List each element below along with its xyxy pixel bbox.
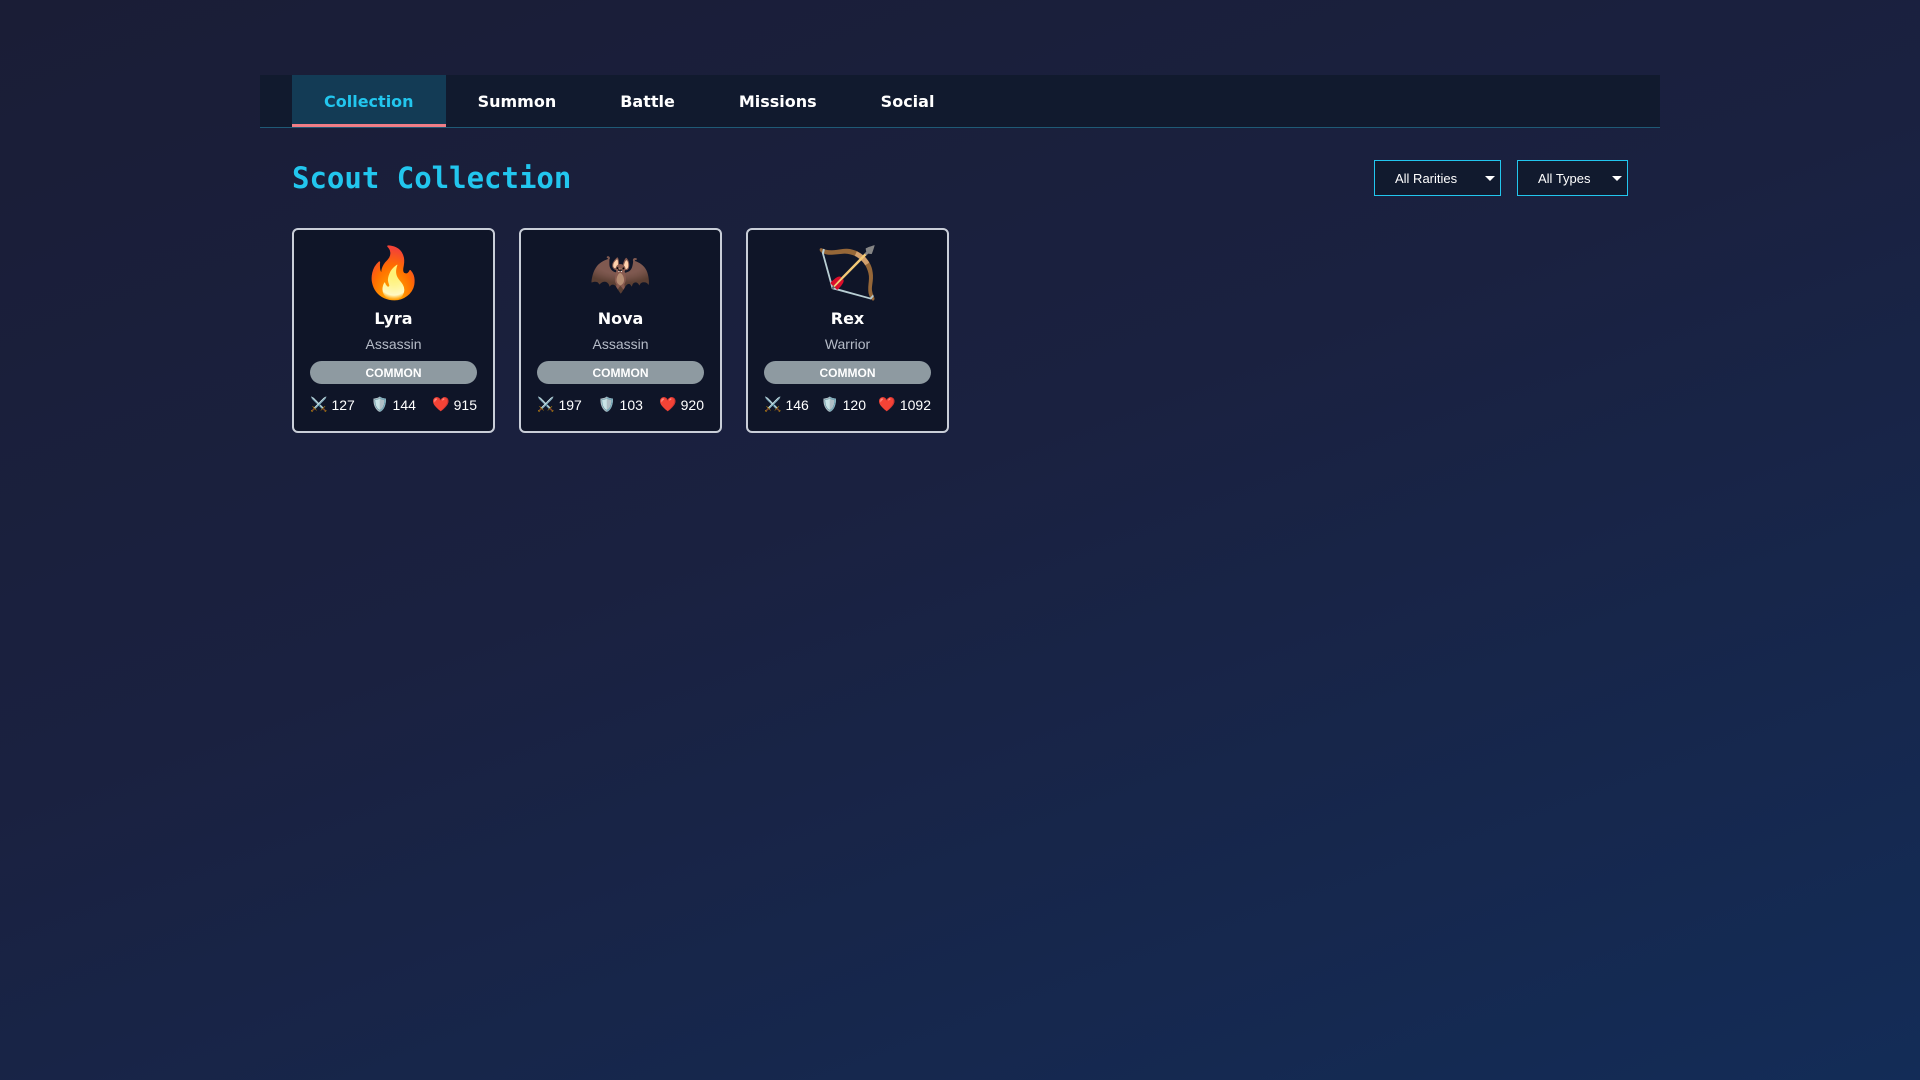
health-stat: ❤️ 915	[432, 396, 477, 413]
type-filter-select[interactable]: All Types	[1517, 160, 1628, 196]
health-value: 915	[453, 396, 477, 413]
rarity-badge: COMMON	[537, 361, 704, 384]
fire-icon: 🔥	[362, 245, 425, 301]
tab-bar: Collection Summon Battle Missions Social	[260, 75, 1660, 128]
heart-icon: ❤️	[659, 396, 677, 412]
tab-missions[interactable]: Missions	[707, 75, 849, 127]
scout-class: Assassin	[365, 336, 422, 352]
rarity-badge: COMMON	[764, 361, 931, 384]
scout-class: Assassin	[592, 336, 649, 352]
page-title: Scout Collection	[292, 161, 572, 195]
scout-stats: ⚔️ 146 🛡️ 120 ❤️ 1092	[764, 396, 931, 413]
app-container: Collection Summon Battle Missions Social…	[260, 75, 1660, 433]
shield-icon: 🛡️	[821, 396, 839, 412]
attack-value: 146	[785, 396, 809, 413]
bow-and-arrow-icon: 🏹	[816, 245, 879, 301]
scout-name: Rex	[830, 309, 865, 328]
attack-value: 197	[558, 396, 582, 413]
shield-icon: 🛡️	[371, 396, 389, 412]
scout-name: Lyra	[374, 309, 413, 328]
health-stat: ❤️ 1092	[878, 396, 931, 413]
crossed-swords-icon: ⚔️	[764, 396, 782, 412]
rarity-badge: COMMON	[310, 361, 477, 384]
rarity-filter-select[interactable]: All Rarities	[1374, 160, 1501, 196]
health-value: 1092	[899, 396, 931, 413]
scout-name: Nova	[597, 309, 644, 328]
scout-card[interactable]: 🔥 Lyra Assassin COMMON ⚔️ 127 🛡️ 144 ❤️ …	[292, 228, 495, 433]
attack-stat: ⚔️ 197	[537, 396, 582, 413]
crossed-swords-icon: ⚔️	[310, 396, 328, 412]
tab-summon[interactable]: Summon	[446, 75, 589, 127]
defense-value: 144	[392, 396, 416, 413]
heart-icon: ❤️	[878, 396, 896, 412]
health-stat: ❤️ 920	[659, 396, 704, 413]
rarity-filter-value: All Rarities	[1395, 170, 1458, 186]
scout-card[interactable]: 🏹 Rex Warrior COMMON ⚔️ 146 🛡️ 120 ❤️ 10…	[746, 228, 949, 433]
tab-battle[interactable]: Battle	[588, 75, 707, 127]
defense-value: 120	[842, 396, 866, 413]
heart-icon: ❤️	[432, 396, 450, 412]
health-value: 920	[680, 396, 704, 413]
tab-social[interactable]: Social	[849, 75, 967, 127]
attack-value: 127	[331, 396, 355, 413]
attack-stat: ⚔️ 127	[310, 396, 355, 413]
scout-stats: ⚔️ 127 🛡️ 144 ❤️ 915	[310, 396, 477, 413]
defense-stat: 🛡️ 103	[598, 396, 643, 413]
scout-card-grid: 🔥 Lyra Assassin COMMON ⚔️ 127 🛡️ 144 ❤️ …	[292, 228, 949, 433]
scout-class: Warrior	[824, 336, 871, 352]
shield-icon: 🛡️	[598, 396, 616, 412]
defense-value: 103	[619, 396, 643, 413]
chevron-down-icon	[1485, 176, 1495, 181]
defense-stat: 🛡️ 120	[821, 396, 866, 413]
attack-stat: ⚔️ 146	[764, 396, 809, 413]
chevron-down-icon	[1612, 176, 1622, 181]
crossed-swords-icon: ⚔️	[537, 396, 555, 412]
scout-stats: ⚔️ 197 🛡️ 103 ❤️ 920	[537, 396, 704, 413]
tab-collection[interactable]: Collection	[292, 75, 446, 127]
defense-stat: 🛡️ 144	[371, 396, 416, 413]
bat-icon: 🦇	[589, 245, 652, 301]
type-filter-value: All Types	[1538, 170, 1591, 186]
scout-card[interactable]: 🦇 Nova Assassin COMMON ⚔️ 197 🛡️ 103 ❤️ …	[519, 228, 722, 433]
